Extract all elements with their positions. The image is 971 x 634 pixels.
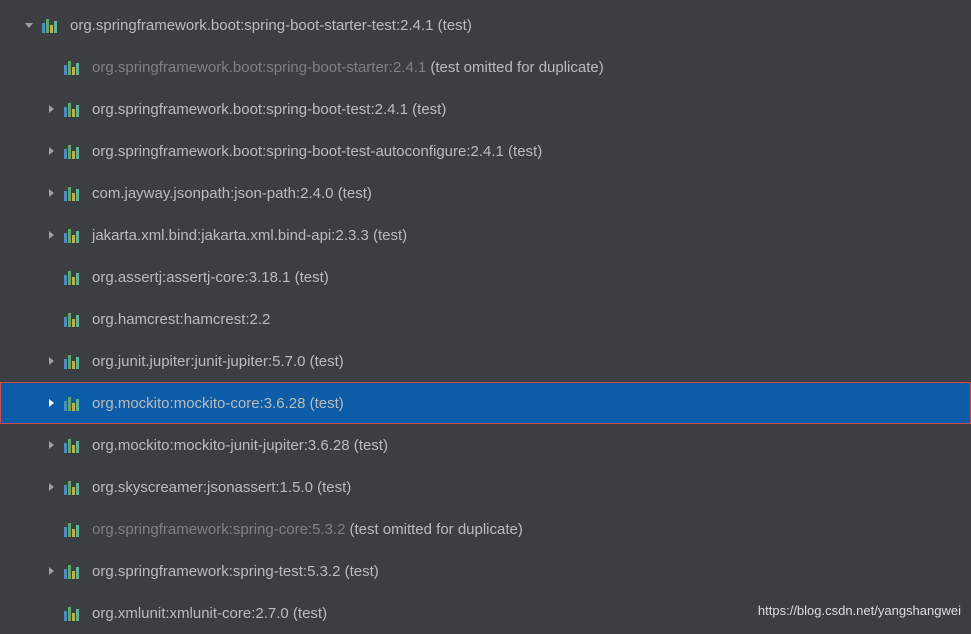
library-icon [64, 479, 84, 495]
tree-row[interactable]: jakarta.xml.bind:jakarta.xml.bind-api:2.… [0, 214, 971, 256]
chevron-right-icon[interactable] [44, 186, 58, 200]
library-icon [64, 59, 84, 75]
dependency-label: org.xmlunit:xmlunit-core:2.7.0 (test) [92, 605, 327, 622]
library-icon [64, 269, 84, 285]
dependency-label: org.hamcrest:hamcrest:2.2 [92, 311, 270, 328]
chevron-down-icon[interactable] [22, 18, 36, 32]
tree-row[interactable]: org.skyscreamer:jsonassert:1.5.0 (test) [0, 466, 971, 508]
library-icon [64, 395, 84, 411]
dependency-suffix: (test omitted for duplicate) [430, 59, 603, 76]
watermark: https://blog.csdn.net/yangshangwei [758, 603, 961, 618]
dependency-tree: org.springframework.boot:spring-boot-sta… [0, 0, 971, 634]
dependency-label: org.springframework.boot:spring-boot-tes… [92, 143, 542, 160]
chevron-right-icon[interactable] [44, 228, 58, 242]
dependency-label: jakarta.xml.bind:jakarta.xml.bind-api:2.… [92, 227, 407, 244]
tree-row[interactable]: org.mockito:mockito-core:3.6.28 (test) [0, 382, 971, 424]
library-icon [64, 101, 84, 117]
dependency-label: org.assertj:assertj-core:3.18.1 (test) [92, 269, 329, 286]
dependency-label: org.springframework:spring-test:5.3.2 (t… [92, 563, 379, 580]
tree-row[interactable]: org.mockito:mockito-junit-jupiter:3.6.28… [0, 424, 971, 466]
tree-row[interactable]: org.springframework:spring-test:5.3.2 (t… [0, 550, 971, 592]
library-icon [64, 521, 84, 537]
library-icon [64, 563, 84, 579]
chevron-right-icon[interactable] [44, 102, 58, 116]
library-icon [64, 185, 84, 201]
tree-row[interactable]: org.junit.jupiter:junit-jupiter:5.7.0 (t… [0, 340, 971, 382]
dependency-label: org.springframework:spring-core:5.3.2 [92, 521, 345, 538]
dependency-label: org.junit.jupiter:junit-jupiter:5.7.0 (t… [92, 353, 344, 370]
chevron-right-icon[interactable] [44, 480, 58, 494]
tree-row[interactable]: org.springframework.boot:spring-boot-sta… [0, 4, 971, 46]
library-icon [42, 17, 62, 33]
library-icon [64, 605, 84, 621]
library-icon [64, 227, 84, 243]
tree-row[interactable]: org.springframework.boot:spring-boot-sta… [0, 46, 971, 88]
chevron-right-icon[interactable] [44, 564, 58, 578]
tree-row[interactable]: org.springframework:spring-core:5.3.2(te… [0, 508, 971, 550]
library-icon [64, 143, 84, 159]
dependency-label: org.skyscreamer:jsonassert:1.5.0 (test) [92, 479, 351, 496]
dependency-label: org.springframework.boot:spring-boot-sta… [92, 59, 426, 76]
tree-row[interactable]: org.springframework.boot:spring-boot-tes… [0, 88, 971, 130]
dependency-suffix: (test omitted for duplicate) [349, 521, 522, 538]
tree-row[interactable]: com.jayway.jsonpath:json-path:2.4.0 (tes… [0, 172, 971, 214]
chevron-right-icon[interactable] [44, 396, 58, 410]
dependency-label: org.mockito:mockito-core:3.6.28 (test) [92, 395, 344, 412]
dependency-label: com.jayway.jsonpath:json-path:2.4.0 (tes… [92, 185, 372, 202]
dependency-label: org.mockito:mockito-junit-jupiter:3.6.28… [92, 437, 388, 454]
chevron-right-icon[interactable] [44, 354, 58, 368]
library-icon [64, 437, 84, 453]
chevron-right-icon[interactable] [44, 144, 58, 158]
library-icon [64, 353, 84, 369]
tree-row[interactable]: org.assertj:assertj-core:3.18.1 (test) [0, 256, 971, 298]
tree-row[interactable]: org.hamcrest:hamcrest:2.2 [0, 298, 971, 340]
dependency-label: org.springframework.boot:spring-boot-sta… [70, 17, 472, 34]
dependency-label: org.springframework.boot:spring-boot-tes… [92, 101, 446, 118]
library-icon [64, 311, 84, 327]
chevron-right-icon[interactable] [44, 438, 58, 452]
tree-row[interactable]: org.springframework.boot:spring-boot-tes… [0, 130, 971, 172]
